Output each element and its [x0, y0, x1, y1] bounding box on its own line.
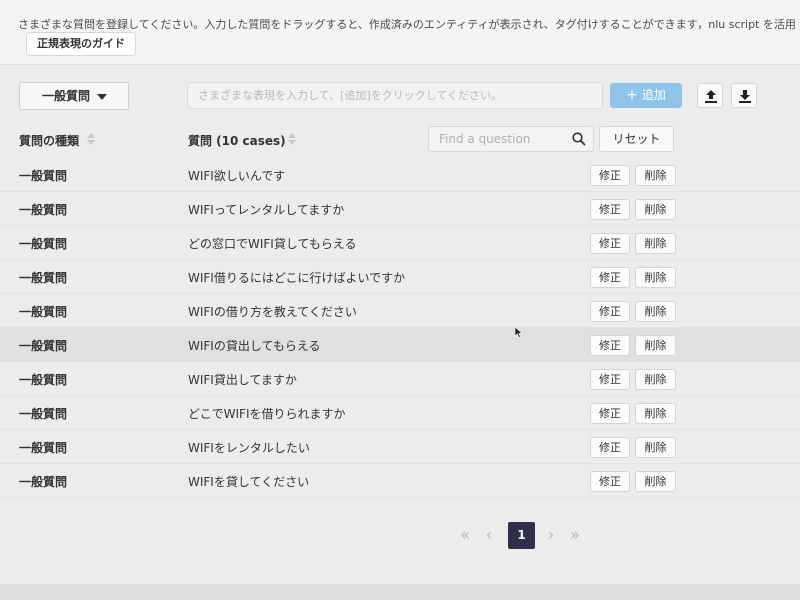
prev-page-icon[interactable]: ‹ [481, 522, 497, 550]
question-type-cell: 一般質問 [19, 305, 68, 319]
edit-button[interactable]: 修正 [590, 267, 630, 288]
delete-button[interactable]: 削除 [635, 267, 676, 288]
regex-guide-button[interactable]: 正規表現のガイド [26, 32, 136, 56]
edit-button[interactable]: 修正 [590, 233, 630, 254]
table-row: 一般質問 WIFI借りるにはどこに行けばよいですか 修正 削除 [0, 260, 800, 294]
search-input[interactable] [429, 127, 564, 151]
question-text-cell[interactable]: WIFIの貸出してもらえる [188, 337, 321, 354]
question-text-cell[interactable]: WIFI借りるにはどこに行けばよいですか [188, 269, 405, 286]
edit-button[interactable]: 修正 [590, 437, 630, 458]
edit-button[interactable]: 修正 [590, 335, 630, 356]
table-row: 一般質問 WIFIの借り方を教えてください 修正 削除 [0, 294, 800, 328]
edit-button[interactable]: 修正 [590, 301, 630, 322]
delete-button[interactable]: 削除 [635, 335, 676, 356]
download-icon [739, 90, 751, 103]
question-text-cell[interactable]: WIFI貸出してますか [188, 371, 297, 388]
pagination: « ‹ 1 › » [455, 522, 595, 550]
question-type-cell: 一般質問 [19, 237, 68, 251]
question-type-cell: 一般質問 [19, 475, 68, 489]
table-row: 一般質問 WIFI欲しいんです 修正 削除 [0, 158, 800, 192]
question-type-cell: 一般質問 [19, 169, 68, 183]
question-text-cell[interactable]: WIFIをレンタルしたい [188, 439, 310, 456]
question-text-cell[interactable]: WIFIを貸してください [188, 473, 309, 490]
question-type-cell: 一般質問 [19, 271, 68, 285]
question-type-cell: 一般質問 [19, 373, 68, 387]
delete-button[interactable]: 削除 [635, 165, 676, 186]
question-text-cell[interactable]: WIFI欲しいんです [188, 167, 285, 184]
question-type-cell: 一般質問 [19, 407, 68, 421]
question-type-cell: 一般質問 [19, 441, 68, 455]
mouse-cursor-icon [515, 327, 523, 338]
plus-icon: + [626, 87, 638, 103]
table-row: 一般質問 どの窓口でWIFI貸してもらえる 修正 削除 [0, 226, 800, 260]
edit-button[interactable]: 修正 [590, 165, 630, 186]
instruction-text: さまざまな質問を登録してください。入力した質問をドラッグすると、作成済みのエンテ… [18, 18, 796, 31]
question-type-select[interactable]: 一般質問 [19, 82, 129, 110]
question-table: 一般質問 WIFI欲しいんです 修正 削除 一般質問 WIFIってレンタルしてま… [0, 158, 800, 498]
column-header-question[interactable]: 質問 (10 cases) [188, 132, 286, 149]
question-text-cell[interactable]: どの窓口でWIFI貸してもらえる [188, 235, 357, 252]
table-row: 一般質問 WIFIをレンタルしたい 修正 削除 [0, 430, 800, 464]
search-icon[interactable] [572, 132, 586, 146]
download-button[interactable] [731, 83, 757, 108]
table-row: 一般質問 WIFIを貸してください 修正 削除 [0, 464, 800, 498]
question-type-cell: 一般質問 [19, 203, 68, 217]
upload-icon [705, 90, 717, 103]
delete-button[interactable]: 削除 [635, 199, 676, 220]
table-row: 一般質問 どこでWIFIを借りられますか 修正 削除 [0, 396, 800, 430]
next-page-icon[interactable]: › [543, 522, 559, 550]
table-row: 一般質問 WIFIの貸出してもらえる 修正 削除 [0, 328, 800, 362]
edit-button[interactable]: 修正 [590, 199, 630, 220]
delete-button[interactable]: 削除 [635, 437, 676, 458]
sort-icon[interactable] [87, 133, 95, 145]
bottom-bar [0, 584, 800, 600]
question-text-cell[interactable]: WIFIの借り方を教えてください [188, 303, 357, 320]
expression-input[interactable] [187, 82, 603, 109]
table-row: 一般質問 WIFIってレンタルしてますか 修正 削除 [0, 192, 800, 226]
upload-button[interactable] [697, 83, 723, 108]
caret-down-icon [97, 94, 107, 100]
instruction-panel: さまざまな質問を登録してください。入力した質問をドラッグすると、作成済みのエンテ… [0, 0, 800, 65]
delete-button[interactable]: 削除 [635, 403, 676, 424]
current-page-button[interactable]: 1 [508, 522, 535, 549]
column-header-type[interactable]: 質問の種類 [19, 132, 79, 149]
question-text-cell[interactable]: WIFIってレンタルしてますか [188, 201, 344, 218]
question-search[interactable] [428, 126, 594, 152]
edit-button[interactable]: 修正 [590, 403, 630, 424]
add-button-label: 追加 [641, 88, 666, 102]
question-type-cell: 一般質問 [19, 339, 68, 353]
edit-button[interactable]: 修正 [590, 471, 630, 492]
reset-button[interactable]: リセット [599, 126, 674, 152]
question-text-cell[interactable]: どこでWIFIを借りられますか [188, 405, 346, 422]
sort-icon[interactable] [288, 133, 296, 145]
first-page-icon[interactable]: « [455, 522, 475, 550]
delete-button[interactable]: 削除 [635, 233, 676, 254]
last-page-icon[interactable]: » [565, 522, 585, 550]
add-button[interactable]: + 追加 [610, 83, 682, 108]
delete-button[interactable]: 削除 [635, 301, 676, 322]
table-row: 一般質問 WIFI貸出してますか 修正 削除 [0, 362, 800, 396]
delete-button[interactable]: 削除 [635, 471, 676, 492]
question-type-value: 一般質問 [42, 89, 91, 103]
delete-button[interactable]: 削除 [635, 369, 676, 390]
edit-button[interactable]: 修正 [590, 369, 630, 390]
